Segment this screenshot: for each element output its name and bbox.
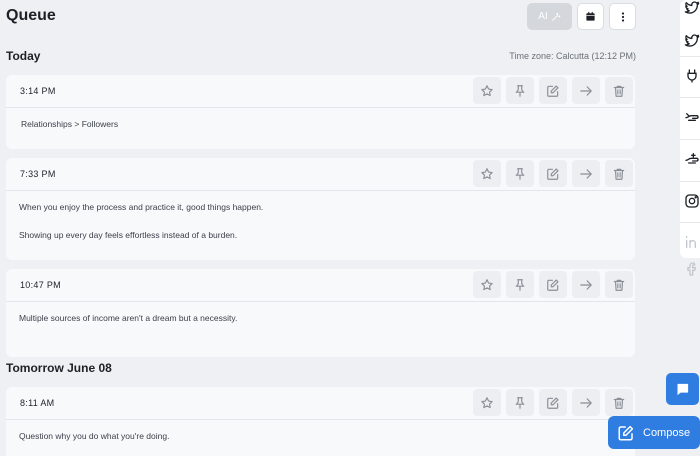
- post-card-header: 7:33 PM: [6, 158, 635, 191]
- move-button[interactable]: [572, 271, 600, 298]
- more-vertical-icon: [621, 11, 624, 22]
- post-card-header: 3:14 PM: [6, 75, 635, 108]
- star-icon: [481, 84, 493, 96]
- queue-post-card[interactable]: 7:33 PM When you enjoy the process and p…: [6, 158, 635, 260]
- pin-button[interactable]: [506, 160, 534, 187]
- queue-main: Queue AI Today Time zone: Calcutta (12:1…: [0, 0, 642, 456]
- pin-button[interactable]: [506, 77, 534, 104]
- threads-icon[interactable]: [684, 68, 700, 84]
- timezone-label: Time zone: Calcutta (12:12 PM): [509, 51, 636, 61]
- day-heading-today: Today: [6, 49, 41, 63]
- rail-divider: [680, 97, 700, 98]
- post-text: Question why you do what you're doing.: [19, 431, 170, 441]
- compose-label: Compose: [643, 426, 691, 439]
- post-card-header: 10:47 PM: [6, 269, 635, 302]
- delete-button[interactable]: [605, 271, 633, 298]
- edit-button[interactable]: [539, 271, 567, 298]
- post-time: 8:11 AM: [20, 398, 55, 408]
- delete-button[interactable]: [605, 389, 633, 416]
- post-actions: [473, 160, 633, 187]
- trash-icon: [613, 168, 625, 180]
- queue-post-card[interactable]: 10:47 PM Multiple sources of income aren…: [6, 269, 635, 357]
- star-icon: [481, 396, 493, 408]
- delete-button[interactable]: [605, 160, 633, 187]
- star-button[interactable]: [473, 160, 501, 187]
- compose-button[interactable]: Compose: [608, 416, 700, 449]
- twitter-icon[interactable]: [684, 33, 700, 49]
- chat-icon: [677, 383, 689, 395]
- star-button[interactable]: [473, 389, 501, 416]
- edit-icon: [547, 84, 559, 97]
- more-options-button[interactable]: [609, 3, 636, 30]
- calendar-icon: [586, 11, 595, 21]
- rail-divider: [680, 56, 700, 57]
- compose-icon: [618, 425, 634, 440]
- pin-icon: [515, 84, 525, 97]
- pin-icon: [515, 278, 525, 291]
- trash-icon: [613, 85, 625, 97]
- post-time: 3:14 PM: [20, 86, 56, 96]
- social-accounts-list: [680, 0, 700, 258]
- arrow-right-icon: [580, 279, 592, 290]
- move-button[interactable]: [572, 160, 600, 187]
- rail-divider: [680, 181, 700, 182]
- edit-icon: [547, 396, 559, 409]
- rail-divider: [680, 139, 700, 140]
- page-title: Queue: [6, 7, 56, 24]
- arrow-right-icon: [580, 85, 592, 96]
- arrow-right-icon: [580, 168, 592, 179]
- post-content: When you enjoy the process and practice …: [6, 191, 635, 251]
- edit-icon: [547, 167, 559, 180]
- move-button[interactable]: [572, 77, 600, 104]
- post-text: When you enjoy the process and practice …: [19, 202, 264, 212]
- post-text: Multiple sources of income aren't a drea…: [19, 313, 238, 323]
- post-actions: [473, 77, 633, 104]
- post-text: Showing up every day feels effortless in…: [19, 229, 238, 240]
- calendar-button[interactable]: [577, 3, 604, 30]
- ai-button[interactable]: AI: [527, 3, 572, 30]
- star-icon: [481, 167, 493, 179]
- ai-button-label: AI: [538, 11, 548, 22]
- mastodon-icon[interactable]: [684, 109, 700, 125]
- post-actions: [473, 389, 633, 416]
- linkedin-icon[interactable]: [684, 234, 700, 250]
- chat-button[interactable]: [666, 373, 699, 405]
- pin-button[interactable]: [506, 389, 534, 416]
- post-actions: [473, 271, 633, 298]
- day-heading-tomorrow: Tomorrow June 08: [6, 361, 112, 375]
- post-content: Question why you do what you're doing.: [6, 420, 635, 453]
- star-button[interactable]: [473, 77, 501, 104]
- post-content: Relationships > Followers: [6, 108, 635, 141]
- edit-icon: [547, 278, 559, 291]
- delete-button[interactable]: [605, 77, 633, 104]
- post-content: Multiple sources of income aren't a drea…: [6, 302, 635, 335]
- arrow-right-icon: [580, 397, 592, 408]
- pin-icon: [515, 396, 525, 409]
- twitter-icon[interactable]: [684, 0, 700, 16]
- edit-button[interactable]: [539, 389, 567, 416]
- queue-post-card[interactable]: 8:11 AM Question why you do what you're …: [6, 387, 635, 456]
- post-time: 10:47 PM: [20, 280, 61, 290]
- facebook-icon[interactable]: [684, 261, 700, 277]
- instagram-icon[interactable]: [684, 193, 700, 209]
- trash-icon: [613, 397, 625, 409]
- post-text: Relationships > Followers: [21, 119, 119, 129]
- pin-icon: [515, 167, 525, 180]
- trash-icon: [613, 279, 625, 291]
- magic-wand-icon: [551, 12, 561, 21]
- mastodon-icon[interactable]: [684, 151, 700, 167]
- rail-divider: [680, 222, 700, 223]
- star-button[interactable]: [473, 271, 501, 298]
- queue-post-card[interactable]: 3:14 PM Relationships > Followers: [6, 75, 635, 149]
- pin-button[interactable]: [506, 271, 534, 298]
- star-icon: [481, 278, 493, 290]
- edit-button[interactable]: [539, 77, 567, 104]
- move-button[interactable]: [572, 389, 600, 416]
- post-time: 7:33 PM: [20, 169, 56, 179]
- edit-button[interactable]: [539, 160, 567, 187]
- post-card-header: 8:11 AM: [6, 387, 635, 420]
